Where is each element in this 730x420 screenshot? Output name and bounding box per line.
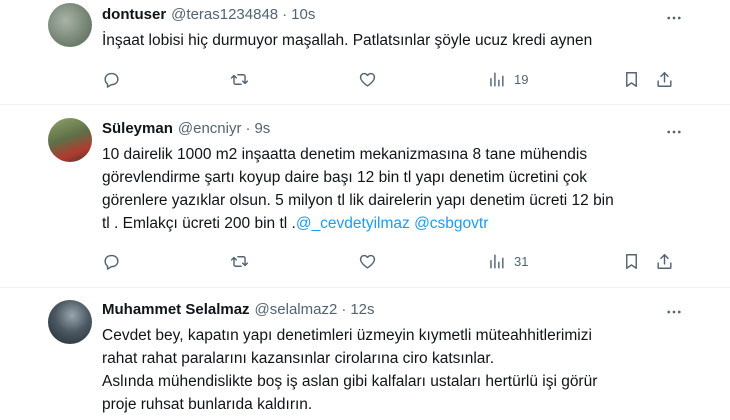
timestamp[interactable]: 9s — [254, 119, 270, 139]
tweet-header: Süleyman @encniyr · 9s — [102, 119, 694, 139]
bookmark-button[interactable] — [622, 251, 641, 271]
views-icon — [490, 71, 504, 87]
avatar[interactable] — [48, 118, 92, 162]
bookmark-icon — [626, 253, 637, 269]
avatar[interactable] — [48, 3, 92, 47]
tweet-text: İnşaat lobisi hiç durmuyor maşallah. Pat… — [102, 32, 593, 49]
display-name[interactable]: dontuser — [102, 5, 166, 25]
bookmark-icon — [626, 71, 637, 87]
tweet-actions: 19 — [102, 69, 682, 89]
share-button[interactable] — [655, 251, 674, 271]
display-name[interactable]: Muhammet Selalmaz — [102, 300, 250, 320]
more-options-icon[interactable] — [664, 8, 684, 28]
user-handle[interactable]: @encniyr — [178, 119, 242, 139]
reply-icon — [104, 72, 119, 88]
more-options-icon[interactable] — [664, 302, 684, 322]
timeline-feed: dontuser @teras1234848 · 10s İnşaat lobi… — [0, 0, 730, 420]
tweet-2[interactable]: Süleyman @encniyr · 9s 10 dairelik 1000 … — [0, 105, 730, 288]
share-icon — [657, 71, 672, 87]
reply-icon — [104, 254, 119, 270]
separator: · — [282, 6, 288, 23]
tweet-3[interactable]: Muhammet Selalmaz @selalmaz2 · 12s Cevde… — [0, 288, 730, 420]
heart-icon — [359, 254, 376, 269]
heart-icon — [359, 72, 376, 87]
retweet-button[interactable] — [230, 69, 249, 89]
more-options-icon[interactable] — [664, 122, 684, 142]
tweet-header: Muhammet Selalmaz @selalmaz2 · 12s — [102, 300, 694, 320]
tweet-header: dontuser @teras1234848 · 10s — [102, 5, 694, 25]
share-button[interactable] — [655, 69, 674, 89]
like-button[interactable] — [358, 251, 377, 271]
tweet-1[interactable]: dontuser @teras1234848 · 10s İnşaat lobi… — [0, 0, 730, 105]
separator: · — [341, 301, 347, 318]
retweet-button[interactable] — [230, 251, 249, 271]
mention-links[interactable]: @_cevdetyilmaz @csbgovtr — [296, 215, 489, 232]
bookmark-button[interactable] — [622, 69, 641, 89]
user-handle[interactable]: @selalmaz2 — [255, 300, 338, 320]
retweet-icon — [230, 255, 249, 267]
tweet-text: 10 dairelik 1000 m2 inşaatta denetim mek… — [102, 143, 694, 235]
like-button[interactable] — [358, 69, 377, 89]
avatar[interactable] — [48, 300, 92, 344]
timestamp[interactable]: 10s — [291, 5, 315, 25]
reply-button[interactable] — [102, 251, 121, 271]
user-handle[interactable]: @teras1234848 — [171, 5, 278, 25]
views-button[interactable]: 19 — [487, 69, 528, 89]
views-count: 19 — [514, 71, 529, 87]
share-icon — [657, 253, 672, 269]
tweet-actions: 31 — [102, 251, 682, 271]
reply-button[interactable] — [102, 69, 121, 89]
timestamp[interactable]: 12s — [350, 300, 374, 320]
views-button[interactable]: 31 — [487, 251, 528, 271]
display-name[interactable]: Süleyman — [102, 119, 173, 139]
separator: · — [245, 120, 251, 137]
views-count: 31 — [514, 253, 529, 269]
views-icon — [490, 253, 504, 269]
retweet-icon — [230, 73, 249, 85]
tweet-text: Cevdet bey, kapatın yapı denetimleri üzm… — [102, 327, 598, 413]
